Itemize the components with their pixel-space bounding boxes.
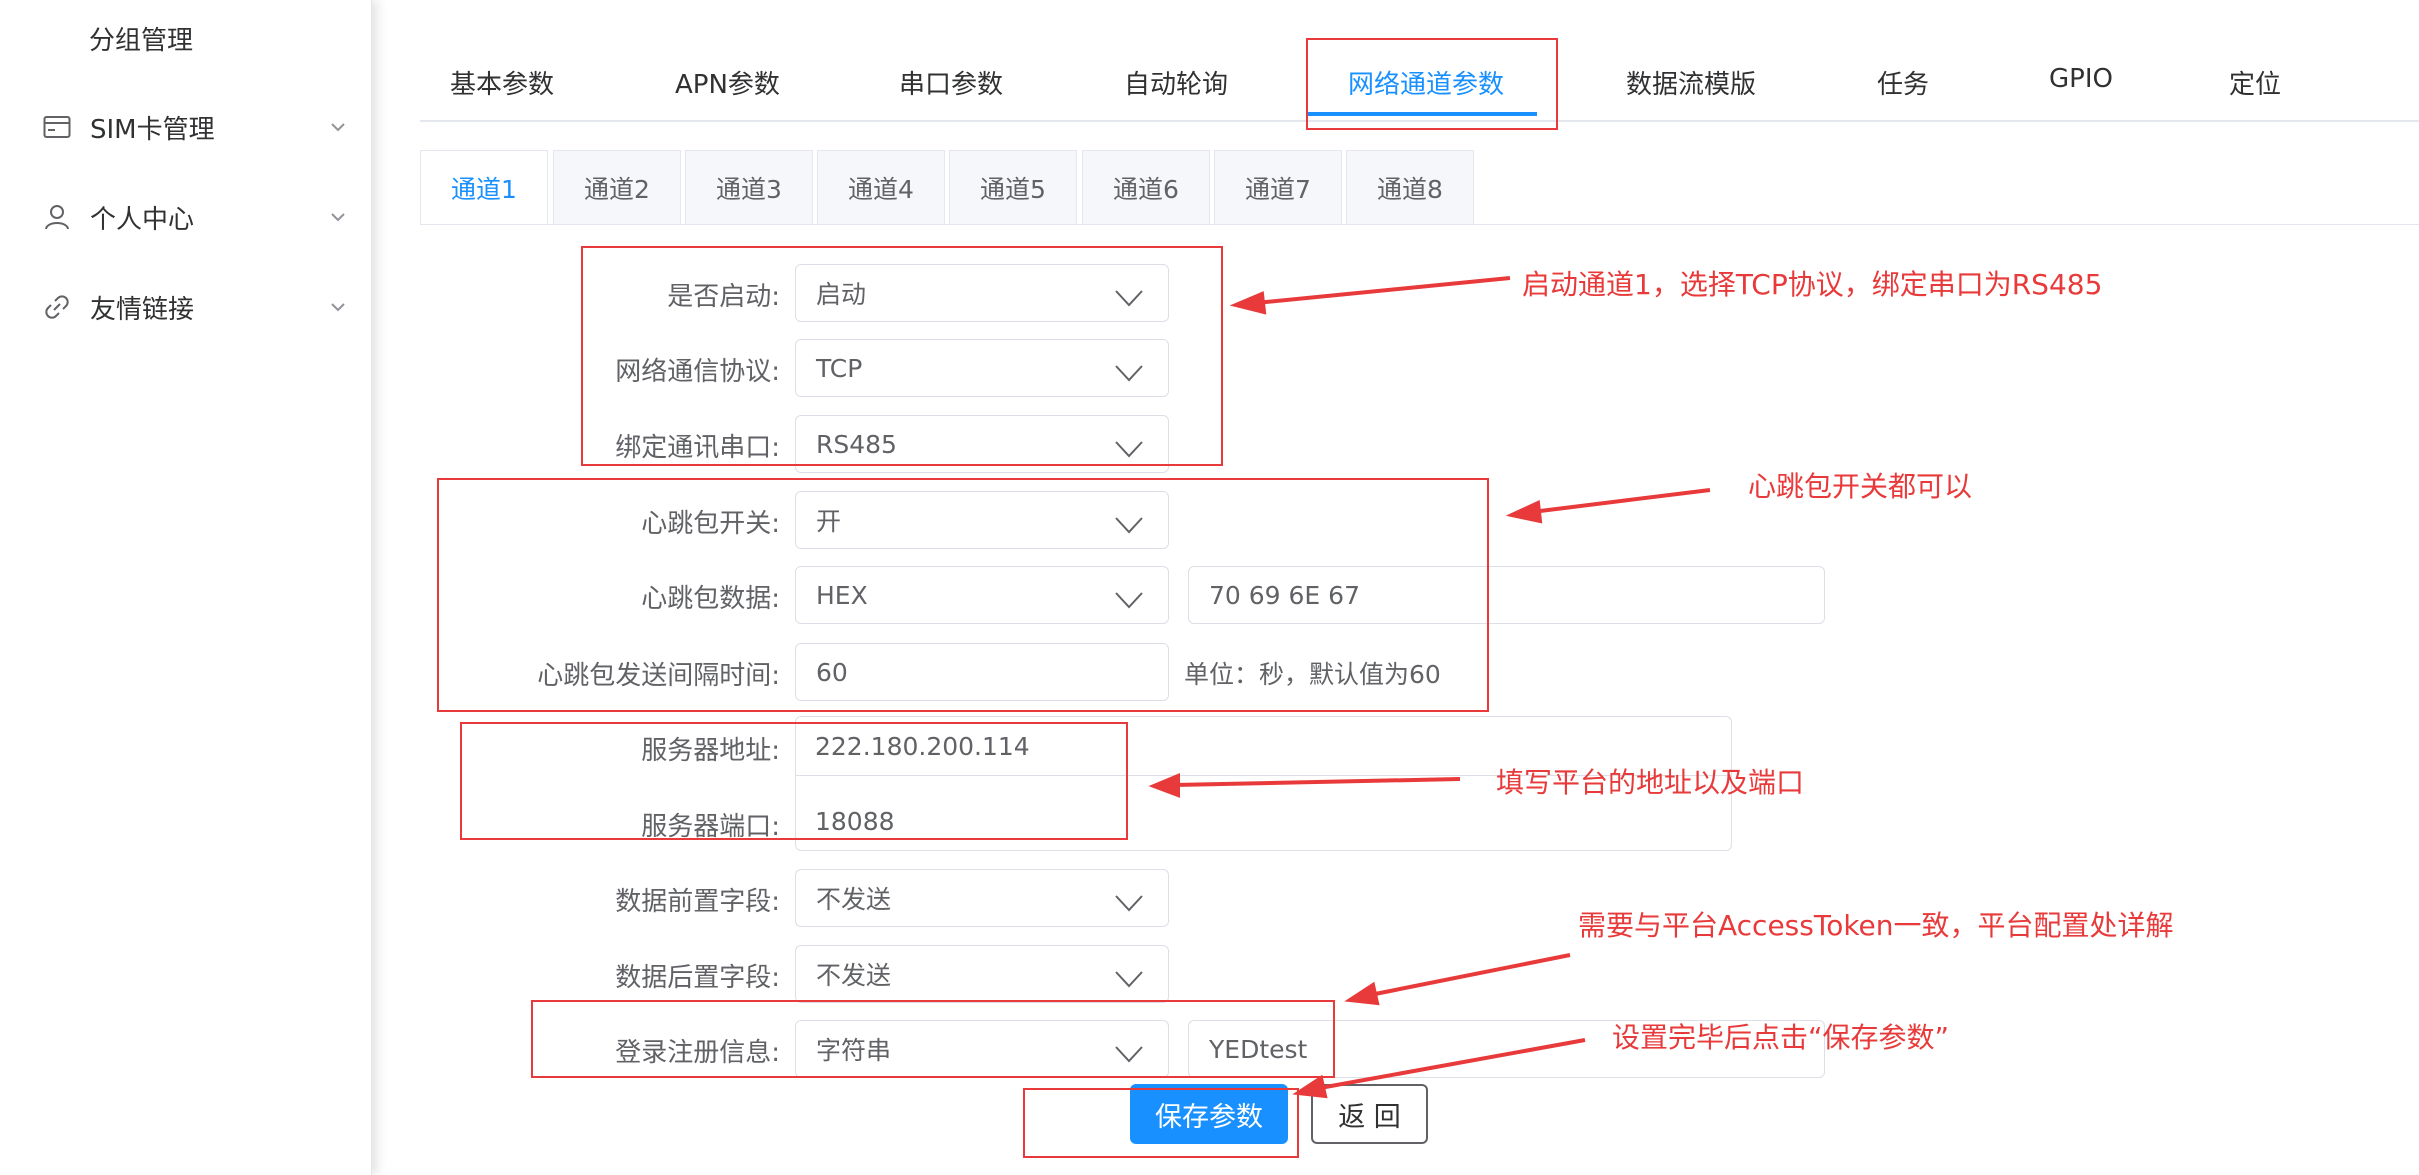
sidebar-item-label: 友情链接 xyxy=(90,294,195,325)
chevron-down-icon xyxy=(331,213,345,222)
tab-auto-polling[interactable]: 自动轮询 xyxy=(1124,64,1228,101)
suffix-select[interactable]: 不发送 xyxy=(795,945,1169,1003)
prefix-select[interactable]: 不发送 xyxy=(795,869,1169,927)
sidebar-item-group-management[interactable]: 分组管理 xyxy=(89,20,193,57)
tab-apn-params[interactable]: APN参数 xyxy=(675,64,780,101)
sidebar-item-personal-center[interactable]: 个人中心 xyxy=(40,187,350,247)
tab-channel-4[interactable]: 通道4 xyxy=(817,150,945,224)
annotation-note-heartbeat: 心跳包开关都可以 xyxy=(1748,470,1973,503)
annotation-box-channel-settings xyxy=(581,246,1223,466)
card-icon xyxy=(40,110,74,144)
chevron-down-icon xyxy=(1115,895,1143,912)
sidebar-item-sim-management[interactable]: SIM卡管理 xyxy=(40,97,350,157)
tab-location[interactable]: 定位 xyxy=(2229,64,2281,101)
tab-channel-6[interactable]: 通道6 xyxy=(1082,150,1210,224)
prefix-select-value: 不发送 xyxy=(816,885,892,914)
chevron-down-icon xyxy=(331,303,345,312)
tab-channel-2[interactable]: 通道2 xyxy=(553,150,681,224)
sidebar-item-label: SIM卡管理 xyxy=(90,114,215,145)
chevron-down-icon xyxy=(1115,971,1143,988)
chevron-down-icon xyxy=(331,123,345,132)
link-icon xyxy=(40,290,74,324)
tab-channel-7[interactable]: 通道7 xyxy=(1214,150,1342,224)
annotation-note-server: 填写平台的地址以及端口 xyxy=(1496,766,1805,799)
sidebar: 分组管理 SIM卡管理 个人中心 友情链接 xyxy=(0,0,372,1175)
annotation-note-save: 设置完毕后点击“保存参数” xyxy=(1612,1021,1950,1054)
annotation-note-channel: 启动通道1，选择TCP协议，绑定串口为RS485 xyxy=(1522,268,2103,301)
annotation-box-heartbeat xyxy=(437,478,1489,712)
annotation-box-network-tab xyxy=(1306,38,1558,130)
annotation-note-token: 需要与平台AccessToken一致，平台配置处详解 xyxy=(1578,909,2174,942)
annotation-box-save xyxy=(1023,1088,1299,1158)
annotation-box-server xyxy=(460,722,1128,840)
back-button[interactable]: 返 回 xyxy=(1311,1084,1428,1144)
tab-data-stream-template[interactable]: 数据流模版 xyxy=(1626,64,1756,101)
tab-channel-8[interactable]: 通道8 xyxy=(1346,150,1474,224)
annotation-box-login-info xyxy=(531,1000,1335,1078)
suffix-select-value: 不发送 xyxy=(816,961,892,990)
channel-tab-bar: 通道1 通道2 通道3 通道4 通道5 通道6 通道7 通道8 xyxy=(420,150,2419,225)
prefix-label: 数据前置字段: xyxy=(615,887,780,917)
suffix-label: 数据后置字段: xyxy=(615,963,780,993)
tab-channel-5[interactable]: 通道5 xyxy=(949,150,1077,224)
tab-basic-params[interactable]: 基本参数 xyxy=(450,64,554,101)
tab-channel-1[interactable]: 通道1 xyxy=(420,150,548,224)
sidebar-item-label: 个人中心 xyxy=(90,204,195,235)
user-icon xyxy=(40,200,74,234)
sidebar-item-friendly-links[interactable]: 友情链接 xyxy=(40,277,350,337)
tab-gpio[interactable]: GPIO xyxy=(2049,64,2113,94)
tab-channel-3[interactable]: 通道3 xyxy=(685,150,813,224)
tab-tasks[interactable]: 任务 xyxy=(1877,64,1929,101)
tab-serial-params[interactable]: 串口参数 xyxy=(899,64,1003,101)
